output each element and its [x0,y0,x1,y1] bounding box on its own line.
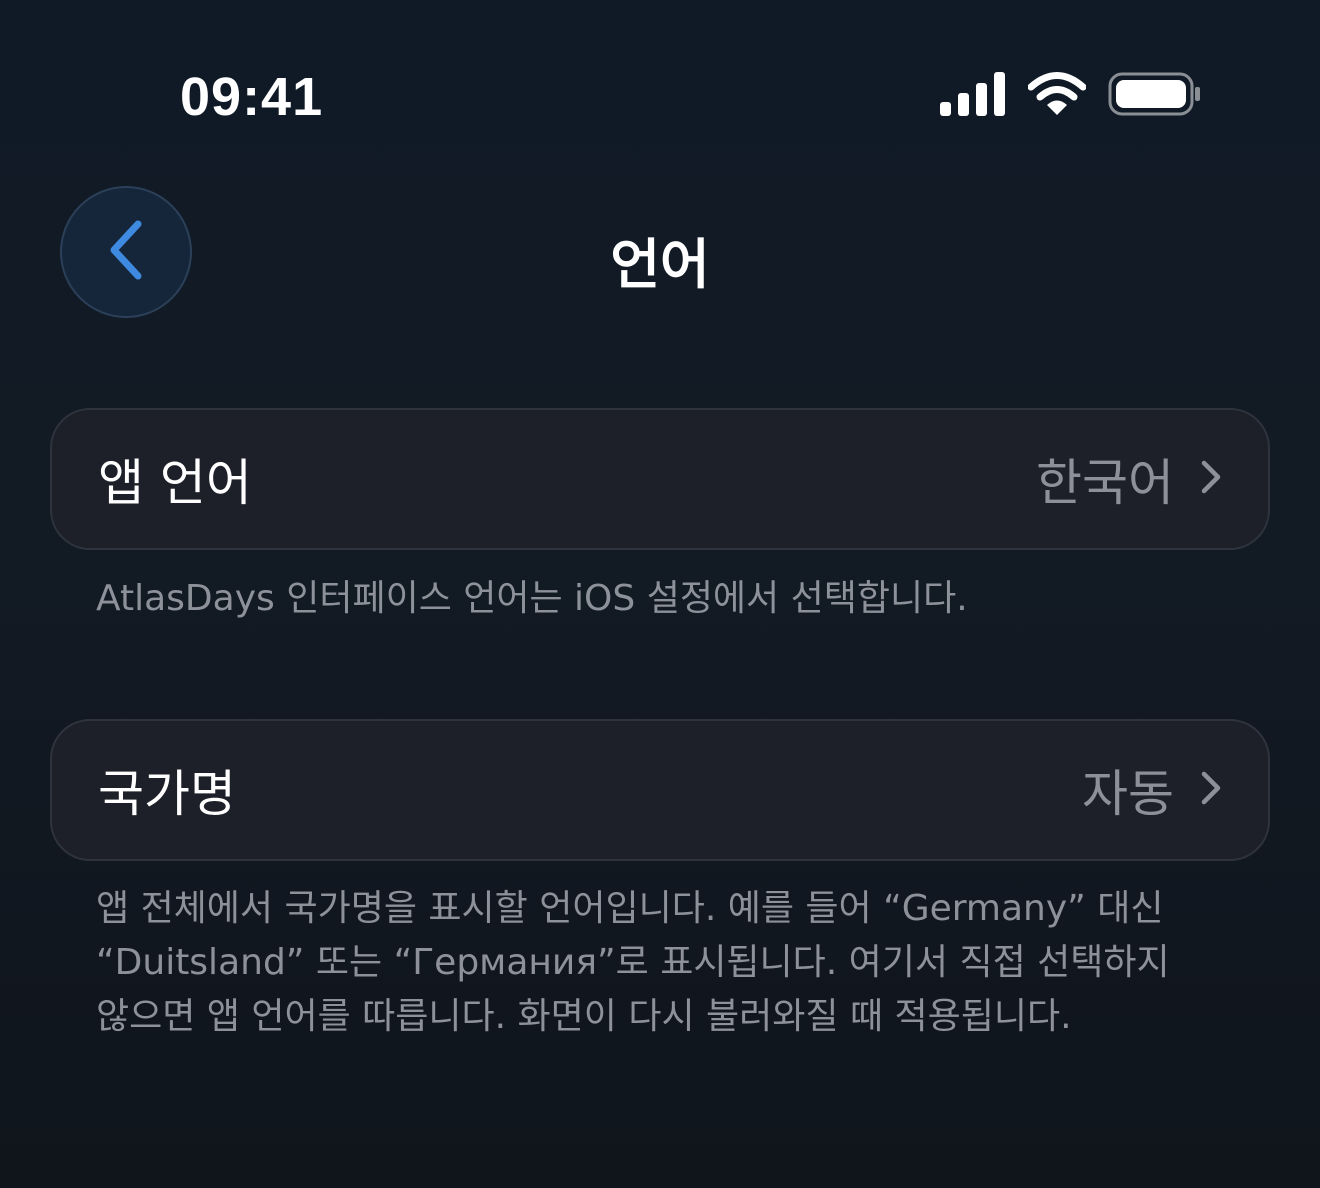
status-icons [940,72,1202,120]
status-bar: 09:41 [0,0,1320,190]
status-time: 09:41 [180,67,324,127]
country-name-row[interactable]: 국가명 자동 [50,719,1270,861]
page-title: 언어 [610,233,710,296]
battery-icon [1108,72,1202,120]
app-language-value: 한국어 [1036,454,1174,512]
country-name-value-group: 자동 [1082,754,1222,826]
chevron-right-icon [1200,459,1222,499]
country-name-label: 국가명 [98,765,236,823]
country-name-value: 자동 [1082,765,1174,823]
app-language-value-group: 한국어 [1036,443,1222,515]
app-language-footnote: AtlasDays 인터페이스 언어는 iOS 설정에서 선택합니다. [96,578,968,619]
chevron-right-icon [1200,770,1222,810]
country-name-footnote: 앱 전체에서 국가명을 표시할 언어입니다. 예를 들어 “Germany” 대… [96,888,1170,1037]
app-language-row[interactable]: 앱 언어 한국어 [50,408,1270,550]
app-language-label: 앱 언어 [98,454,252,512]
wifi-icon [1027,72,1087,120]
cellular-signal-icon [940,72,1006,120]
